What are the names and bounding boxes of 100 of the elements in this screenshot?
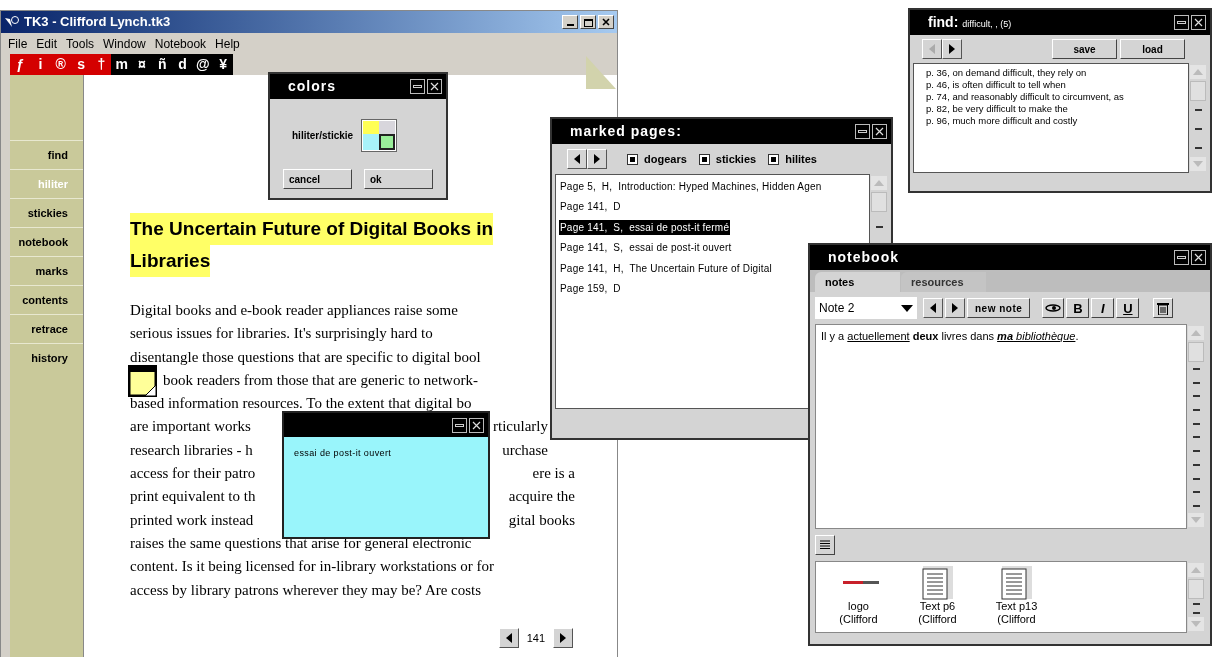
menu-item[interactable]: Notebook bbox=[154, 34, 207, 53]
page-number: 141 bbox=[526, 630, 545, 646]
scrollbar-track[interactable] bbox=[1187, 561, 1205, 633]
scrollbar-thumb[interactable] bbox=[1188, 579, 1204, 599]
menu-item[interactable]: Window bbox=[103, 34, 146, 53]
format-button[interactable]: B bbox=[1066, 298, 1090, 318]
list-row[interactable]: Page 141, S, essai de post-it ouvert bbox=[559, 240, 733, 256]
sidebar-item[interactable]: find bbox=[47, 146, 68, 164]
dialog-button[interactable]: ok bbox=[364, 169, 433, 189]
menu-item[interactable]: Help bbox=[215, 34, 240, 53]
format-button[interactable]: I bbox=[1091, 298, 1115, 318]
result-row[interactable]: p. 74, and reasonably difficult to circumvent, as bbox=[926, 91, 1188, 103]
minimize-button[interactable] bbox=[410, 79, 425, 94]
list-icon bbox=[820, 540, 830, 550]
scrollbar-tick bbox=[1192, 409, 1200, 411]
scrollbar-tick bbox=[1192, 422, 1200, 425]
toolbar-glyph[interactable]: ® bbox=[50, 54, 71, 75]
trash-button[interactable] bbox=[1153, 298, 1174, 318]
toolbar-glyph[interactable]: ¤ bbox=[131, 54, 153, 75]
previous-button[interactable] bbox=[567, 149, 587, 169]
toolbar-glyph[interactable]: ¥ bbox=[212, 54, 234, 75]
result-row[interactable]: p. 46, is often difficult to tell when bbox=[926, 79, 1188, 91]
toolbar-glyph[interactable]: d bbox=[172, 54, 193, 75]
list-button[interactable] bbox=[815, 535, 835, 555]
checkbox[interactable] bbox=[698, 153, 710, 165]
close-button[interactable] bbox=[1191, 250, 1206, 265]
checkbox-label: hilites bbox=[785, 151, 817, 167]
list-row[interactable]: Page 141, S, essai de post-it fermé bbox=[559, 219, 731, 235]
left-triangle-icon bbox=[928, 44, 936, 54]
paragraph-text: urchase bbox=[502, 440, 548, 460]
left-triangle-icon bbox=[504, 632, 513, 643]
menu-item[interactable]: File bbox=[8, 34, 28, 53]
scrollbar-thumb[interactable] bbox=[871, 192, 887, 212]
list-row[interactable]: Page 141, D bbox=[559, 199, 622, 215]
result-row[interactable]: p. 82, be very difficult to make the bbox=[926, 103, 1188, 115]
next-button[interactable] bbox=[942, 39, 962, 59]
checkbox[interactable] bbox=[768, 153, 780, 165]
sidebar-item[interactable]: marks bbox=[35, 262, 68, 280]
toolbar-glyph[interactable]: ñ bbox=[152, 54, 173, 75]
previous-note-button[interactable] bbox=[923, 298, 943, 318]
minimize-button[interactable] bbox=[452, 417, 467, 433]
tab[interactable]: resources bbox=[901, 272, 986, 292]
sidebar-item[interactable]: history bbox=[31, 349, 68, 367]
scrollbar-thumb[interactable] bbox=[1188, 342, 1204, 362]
note-dropdown[interactable]: Note 2 bbox=[815, 297, 917, 319]
scroll-up-icon bbox=[1191, 567, 1201, 573]
next-button[interactable] bbox=[587, 149, 607, 169]
eye-button[interactable] bbox=[1042, 298, 1065, 318]
resource-label: Text p13 (Clifford bbox=[994, 600, 1039, 626]
format-button[interactable]: U bbox=[1116, 298, 1140, 318]
next-note-button[interactable] bbox=[945, 298, 965, 318]
close-button[interactable] bbox=[469, 417, 484, 433]
close-button[interactable] bbox=[427, 79, 442, 94]
toolbar-glyph[interactable]: @ bbox=[192, 54, 213, 75]
tab[interactable]: notes bbox=[815, 272, 900, 292]
dialog-button[interactable]: cancel bbox=[283, 169, 352, 189]
result-row[interactable]: p. 36, on demand difficult, they rely on bbox=[926, 67, 1188, 79]
list-row[interactable]: Page 159, D bbox=[559, 281, 622, 297]
minimize-button[interactable] bbox=[1174, 250, 1189, 265]
new-note-button[interactable]: new note bbox=[967, 298, 1031, 318]
sidebar-item[interactable]: contents bbox=[22, 291, 68, 309]
result-row[interactable]: p. 96, much more difficult and costly bbox=[926, 115, 1188, 127]
toolbar-glyph[interactable]: ƒ bbox=[10, 54, 31, 75]
next-page-button[interactable] bbox=[553, 627, 573, 648]
sticky-note-icon[interactable] bbox=[128, 364, 157, 397]
toolbar-glyph[interactable]: † bbox=[91, 54, 112, 75]
sidebar-item[interactable]: retrace bbox=[31, 320, 68, 338]
toolbar-button[interactable]: save bbox=[1052, 39, 1117, 59]
left-triangle-icon bbox=[929, 303, 937, 313]
toolbar-glyph[interactable]: m bbox=[111, 54, 132, 75]
menu-item[interactable]: Edit bbox=[36, 34, 58, 53]
previous-page-button[interactable] bbox=[498, 627, 519, 648]
list-row[interactable]: Page 5, H, Introduction: Hyped Machines, Hidden Agen bbox=[559, 178, 823, 194]
maximize-button[interactable] bbox=[580, 15, 596, 29]
toolbar-glyph[interactable]: i bbox=[30, 54, 51, 75]
document-icon[interactable] bbox=[1000, 566, 1033, 600]
sidebar-item[interactable]: stickies bbox=[27, 204, 68, 222]
list-row[interactable]: Page 141, H, The Uncertain Future of Digital bbox=[559, 260, 773, 276]
right-triangle-icon bbox=[593, 154, 601, 164]
minimize-button[interactable] bbox=[855, 124, 870, 139]
minimize-button[interactable] bbox=[1174, 15, 1189, 30]
color-swatch-grid[interactable] bbox=[361, 119, 398, 152]
close-button[interactable] bbox=[872, 124, 887, 139]
paragraph-text: rticularly bbox=[493, 417, 548, 437]
document-icon[interactable] bbox=[921, 566, 954, 600]
scrollbar-track[interactable] bbox=[1187, 324, 1205, 529]
close-button[interactable] bbox=[1191, 15, 1206, 30]
note-editor[interactable]: Il y a actuellement deux livres dans ma bibliothèque. bbox=[815, 324, 1187, 529]
toolbar-glyph[interactable]: s bbox=[70, 54, 92, 75]
toolbar-button[interactable]: load bbox=[1120, 39, 1185, 59]
scrollbar-tick bbox=[1192, 463, 1200, 466]
checkbox[interactable] bbox=[627, 153, 638, 165]
close-icon bbox=[472, 420, 481, 430]
menu-item[interactable]: Tools bbox=[66, 34, 95, 53]
sidebar-item[interactable]: notebook bbox=[18, 233, 68, 251]
paragraph-text: access for their patro bbox=[130, 464, 256, 484]
scrollbar-track[interactable] bbox=[1189, 63, 1207, 173]
window-title: marked pages: bbox=[570, 122, 682, 141]
scrollbar-thumb[interactable] bbox=[1190, 81, 1206, 101]
note-text: Il y a actuellement deux livres dans ma bibliothèque. bbox=[821, 330, 1079, 342]
